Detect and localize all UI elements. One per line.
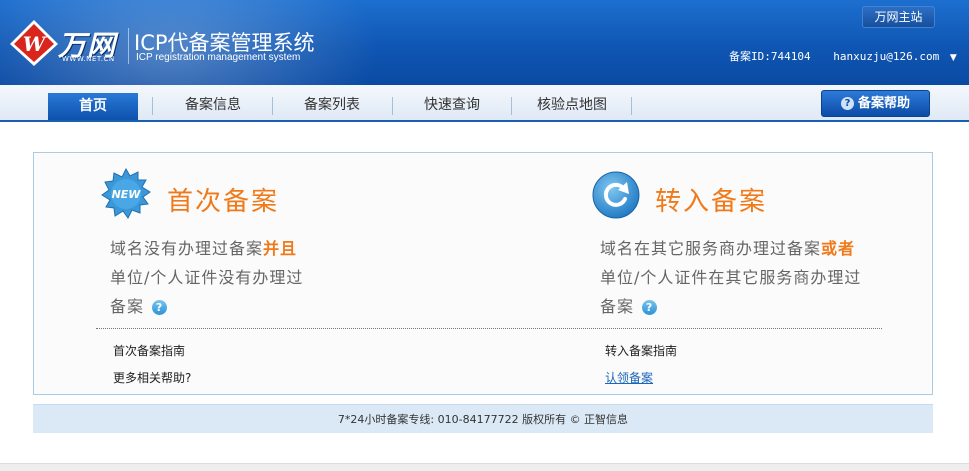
new-badge-icon: NEW — [100, 167, 152, 220]
bottom-bar — [0, 463, 969, 471]
logo-url: WWW.NET.CN — [62, 55, 115, 63]
nav-item-record-info[interactable]: 备案信息 — [163, 92, 263, 119]
transfer-refresh-icon — [591, 170, 641, 220]
user-info: 备案ID:744104 hanxuzju@126.com ▼ — [729, 48, 957, 64]
help-question-icon[interactable]: ? — [152, 300, 168, 315]
svg-text:W: W — [23, 32, 48, 56]
transfer-desc-text: 域名在其它服务商办理过备案 — [600, 239, 822, 258]
help-label: 备案帮助 — [857, 96, 910, 111]
footer: 7*24小时备案专线: 010-84177722 版权所有 © 正智信息 — [33, 404, 933, 433]
transfer-record-desc-line1: 域名在其它服务商办理过备案或者 — [600, 235, 855, 259]
first-desc-text: 域名没有办理过备案 — [110, 239, 264, 258]
chevron-down-icon[interactable]: ▼ — [950, 53, 957, 63]
user-email[interactable]: hanxuzju@126.com — [833, 50, 939, 63]
record-id: 备案ID:744104 — [729, 50, 811, 63]
wanwang-logo-icon[interactable]: W — [8, 18, 60, 68]
transfer-record-title[interactable]: 转入备案 — [655, 181, 767, 218]
transfer-record-desc-line2: 单位/个人证件在其它服务商办理过 — [600, 268, 862, 287]
nav-divider — [631, 97, 632, 115]
transfer-desc-line3-text: 备案 — [600, 297, 635, 316]
first-desc-highlight: 并且 — [263, 239, 298, 258]
main-site-button[interactable]: 万网主站 — [862, 6, 935, 28]
nav-item-verification-map[interactable]: 核验点地图 — [522, 92, 622, 119]
nav-divider — [392, 97, 393, 115]
more-help-link[interactable]: 更多相关帮助? — [113, 369, 191, 386]
first-record-guide-link[interactable]: 首次备案指南 — [113, 342, 185, 359]
system-subtitle: ICP registration management system — [136, 52, 301, 63]
first-record-desc-line1: 域名没有办理过备案并且 — [110, 235, 297, 259]
record-options-panel: NEW 首次备案 域名没有办理过备案并且 单位/个人证件没有办理过 备案? 转入… — [33, 152, 933, 395]
transfer-record-guide-link[interactable]: 转入备案指南 — [605, 342, 677, 359]
nav-item-record-list[interactable]: 备案列表 — [282, 92, 382, 119]
nav-divider — [511, 97, 512, 115]
record-help-button[interactable]: ? 备案帮助 — [821, 90, 930, 117]
transfer-record-desc-line3: 备案? — [600, 293, 658, 317]
help-question-icon[interactable]: ? — [642, 300, 658, 315]
nav-divider — [272, 97, 273, 115]
dotted-divider — [96, 328, 882, 329]
first-record-desc-line2: 单位/个人证件没有办理过 — [110, 268, 304, 287]
claim-record-link[interactable]: 认领备案 — [605, 369, 653, 386]
transfer-desc-highlight: 或者 — [821, 239, 856, 258]
svg-text:NEW: NEW — [112, 188, 142, 201]
header-divider — [128, 28, 129, 64]
main-nav: 首页 备案信息 备案列表 快速查询 核验点地图 ? 备案帮助 — [0, 85, 969, 122]
nav-divider — [152, 97, 153, 115]
first-record-title[interactable]: 首次备案 — [167, 181, 279, 218]
nav-item-quick-query[interactable]: 快速查询 — [402, 92, 502, 119]
first-desc-line3-text: 备案 — [110, 297, 145, 316]
nav-item-home[interactable]: 首页 — [48, 93, 138, 120]
first-record-desc-line3: 备案? — [110, 293, 168, 317]
help-icon: ? — [840, 97, 854, 110]
top-header: W 万网 WWW.NET.CN ICP代备案管理系统 ICP registrat… — [0, 0, 969, 85]
user-email-menu[interactable]: hanxuzju@126.com ▼ — [833, 50, 957, 63]
